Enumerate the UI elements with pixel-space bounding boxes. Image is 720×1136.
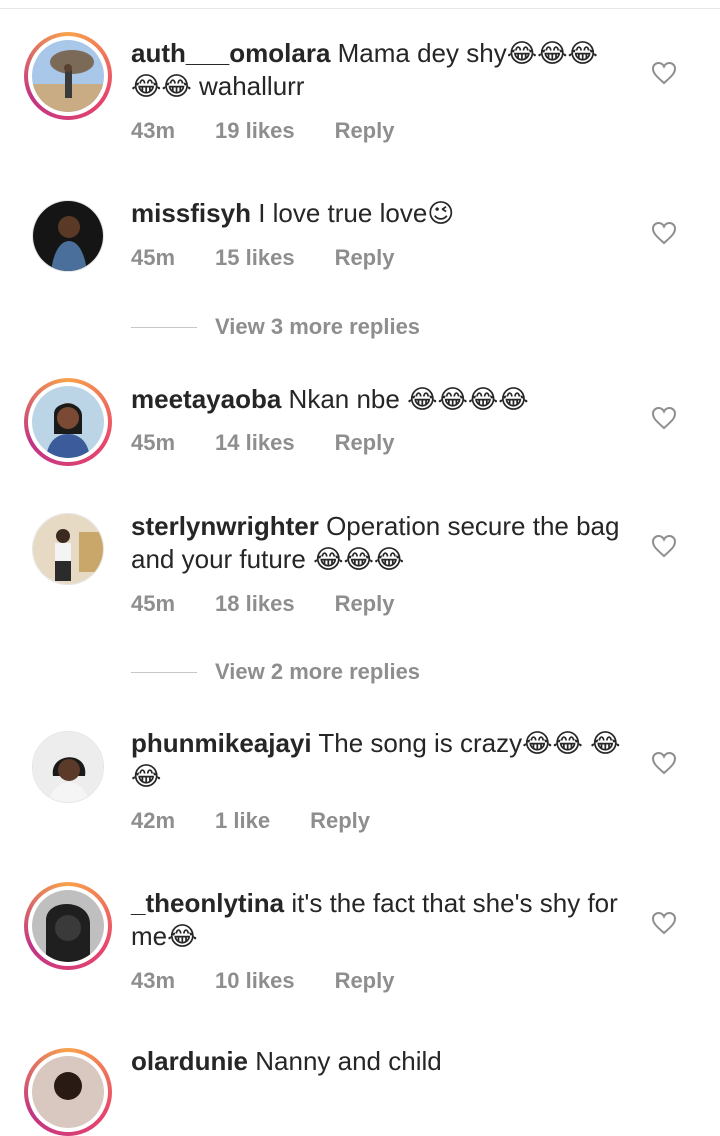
comment-body: missfisyh I love true love😉	[131, 197, 621, 230]
view-replies-label[interactable]: View 3 more replies	[215, 314, 420, 340]
reply-button[interactable]: Reply	[335, 118, 395, 144]
avatar[interactable]	[32, 731, 104, 803]
like-count[interactable]: 10 likes	[215, 968, 295, 994]
comment-text: Nkan nbe 😂😂😂😂	[288, 384, 529, 414]
comment-time: 45m	[131, 430, 176, 455]
avatar[interactable]	[32, 200, 104, 272]
comment-meta: 45m 15 likes Reply	[131, 245, 434, 271]
like-count[interactable]: 15 likes	[215, 245, 295, 271]
avatar-ring[interactable]	[24, 192, 112, 280]
avatar-ring[interactable]	[24, 505, 112, 593]
avatar[interactable]	[32, 1056, 104, 1128]
comment-meta: 43m 19 likes Reply	[131, 118, 434, 144]
avatar-ring[interactable]	[24, 1048, 112, 1136]
comment-username[interactable]: sterlynwrighter	[131, 511, 319, 541]
heart-outline-icon[interactable]	[651, 751, 677, 775]
view-replies-label[interactable]: View 2 more replies	[215, 659, 420, 685]
top-divider	[0, 8, 720, 9]
comment-body: meetayaoba Nkan nbe 😂😂😂😂	[131, 383, 621, 416]
comment-meta: 43m 10 likes Reply	[131, 968, 434, 994]
comment-body: phunmikeajayi The song is crazy😂😂 😂😂	[131, 727, 621, 793]
comment-time: 42m	[131, 808, 176, 833]
comment-username[interactable]: missfisyh	[131, 198, 251, 228]
heart-outline-icon[interactable]	[651, 61, 677, 85]
comment-time: 45m	[131, 591, 176, 616]
comment-meta: 45m 14 likes Reply	[131, 430, 434, 456]
comment-username[interactable]: auth___omolara	[131, 38, 330, 68]
avatar[interactable]	[32, 890, 104, 962]
view-more-replies[interactable]: View 3 more replies	[131, 314, 420, 340]
comment-time: 45m	[131, 245, 176, 270]
replies-divider-line	[131, 326, 197, 328]
comment-username[interactable]: meetayaoba	[131, 384, 281, 414]
heart-outline-icon[interactable]	[651, 911, 677, 935]
avatar-ring[interactable]	[24, 882, 112, 970]
avatar-ring[interactable]	[24, 378, 112, 466]
avatar-ring[interactable]	[24, 723, 112, 811]
avatar[interactable]	[32, 513, 104, 585]
comment-body: _theonlytina it's the fact that she's sh…	[131, 887, 621, 953]
comment-meta: 42m 1 like Reply	[131, 808, 410, 834]
comment-username[interactable]: _theonlytina	[131, 888, 284, 918]
avatar[interactable]	[32, 386, 104, 458]
like-count[interactable]: 14 likes	[215, 430, 295, 456]
replies-divider-line	[131, 671, 197, 673]
heart-outline-icon[interactable]	[651, 406, 677, 430]
comment-meta: 45m 18 likes Reply	[131, 591, 434, 617]
heart-outline-icon[interactable]	[651, 534, 677, 558]
like-count[interactable]: 19 likes	[215, 118, 295, 144]
reply-button[interactable]: Reply	[310, 808, 370, 834]
comment-time: 43m	[131, 968, 176, 993]
heart-outline-icon[interactable]	[651, 221, 677, 245]
comment-body: auth___omolara Mama dey shy😂😂😂 😂😂 wahall…	[131, 37, 621, 103]
comment-text: I love true love😉	[258, 198, 455, 228]
avatar-ring[interactable]	[24, 32, 112, 120]
like-count[interactable]: 1 like	[215, 808, 270, 834]
reply-button[interactable]: Reply	[335, 430, 395, 456]
comment-username[interactable]: phunmikeajayi	[131, 728, 312, 758]
view-more-replies[interactable]: View 2 more replies	[131, 659, 420, 685]
reply-button[interactable]: Reply	[335, 968, 395, 994]
reply-button[interactable]: Reply	[335, 591, 395, 617]
reply-button[interactable]: Reply	[335, 245, 395, 271]
like-count[interactable]: 18 likes	[215, 591, 295, 617]
comment-time: 43m	[131, 118, 176, 143]
avatar[interactable]	[32, 40, 104, 112]
comment-body: olardunie Nanny and child	[131, 1045, 621, 1078]
comment-body: sterlynwrighter Operation secure the bag…	[131, 510, 621, 576]
